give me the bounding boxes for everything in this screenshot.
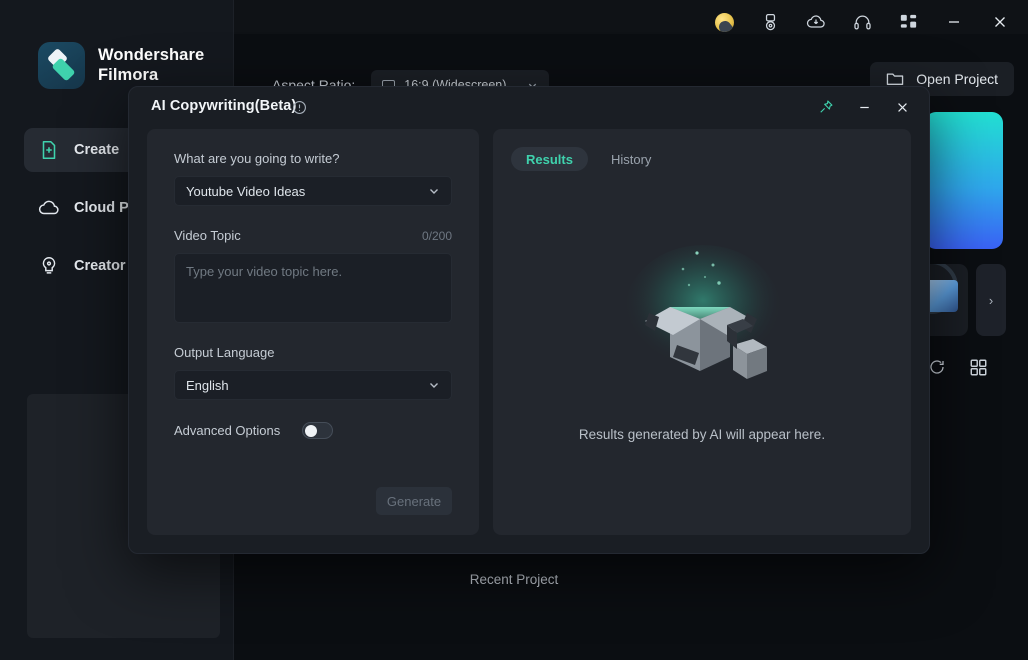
copywriting-form: What are you going to write? Youtube Vid… [147,129,479,535]
titlebar-controls [704,6,1020,38]
generate-button-wrap: Generate [147,487,452,515]
sidebar-item-label: Creator [74,258,126,274]
video-topic-label: Video Topic [174,228,241,243]
video-topic-counter: 0/200 [421,229,452,243]
results-tabs: Results History [511,147,666,171]
results-empty-state: Results generated by AI will appear here… [493,239,911,442]
minimize-icon[interactable] [934,6,974,38]
dialog-window-controls [809,91,919,123]
results-panel: Results History Results generated by AI … [493,129,911,535]
promo-banner-card[interactable] [925,112,1003,249]
sidebar-item-label: Cloud P [74,200,129,216]
recent-project-label: Recent Project [469,572,559,587]
generate-button[interactable]: Generate [376,487,452,515]
lightbulb-icon [38,255,60,277]
dialog-body: What are you going to write? Youtube Vid… [129,129,929,553]
minimize-icon[interactable] [847,91,881,123]
chevron-right-icon: › [988,292,994,308]
refresh-icon[interactable] [928,358,946,376]
close-icon[interactable] [885,91,919,123]
tab-history-label: History [610,151,652,167]
avatar-coin-icon[interactable] [704,6,744,38]
close-icon[interactable] [980,6,1020,38]
file-plus-icon [38,139,60,161]
generate-label: Generate [386,493,442,509]
results-empty-text: Results generated by AI will appear here… [578,427,826,442]
info-icon[interactable] [292,100,307,115]
headset-icon[interactable] [842,6,882,38]
write-type-label: What are you going to write? [174,151,340,166]
open-box-icon [615,239,790,399]
output-language-value: English [186,377,229,393]
open-project-label: Open Project [916,71,998,87]
output-language-select[interactable]: English [174,370,452,400]
screen: Wondershare Filmora Create Cloud P Creat… [0,0,1028,660]
brand-name: Wondershare Filmora [98,46,204,85]
medal-icon[interactable] [750,6,790,38]
grid-view-icon[interactable] [970,359,987,376]
tab-history[interactable]: History [596,147,666,171]
output-language-label: Output Language [174,345,275,360]
folder-icon [886,71,904,87]
next-arrow-button[interactable]: › [976,264,1006,336]
ai-copywriting-dialog: AI Copywriting(Beta) What are you going … [128,86,930,554]
write-type-select[interactable]: Youtube Video Ideas [174,176,452,206]
cloud-icon [38,197,60,219]
tab-results-label: Results [526,151,573,167]
write-type-value: Youtube Video Ideas [186,183,306,199]
chevron-down-icon [428,379,440,391]
dialog-title: AI Copywriting(Beta) [151,98,297,114]
brand-line-2: Filmora [98,65,159,84]
cloud-download-icon[interactable] [796,6,836,38]
filmora-logo-icon [38,42,85,89]
chevron-down-icon [428,185,440,197]
advanced-options-label: Advanced Options [174,423,281,438]
rail-icon-group [928,358,987,376]
sidebar-item-label: Create [74,142,120,158]
advanced-options-toggle[interactable] [302,422,334,439]
tab-results[interactable]: Results [511,147,588,171]
pin-icon[interactable] [809,91,843,123]
brand-line-1: Wondershare [98,46,205,65]
dialog-titlebar: AI Copywriting(Beta) [129,87,929,129]
video-topic-input[interactable]: Type your video topic here. [174,253,452,323]
advanced-options-row: Advanced Options [174,422,452,439]
grid-apps-icon[interactable] [888,6,928,38]
brand: Wondershare Filmora [38,42,204,89]
